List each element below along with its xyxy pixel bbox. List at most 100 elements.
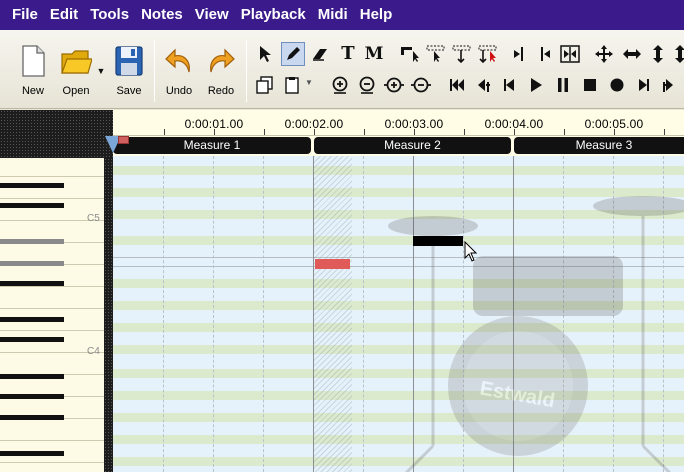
menu-tools[interactable]: Tools [84, 0, 135, 30]
move-all-directions-icon[interactable] [592, 42, 616, 66]
play-icon[interactable] [524, 73, 548, 97]
next-marker-icon[interactable] [658, 73, 682, 97]
white-key-edge [0, 198, 104, 199]
marker-tool-icon[interactable]: M [362, 42, 386, 66]
ruler-tick [564, 129, 565, 135]
black-key[interactable] [0, 337, 64, 342]
playback-region [314, 156, 352, 472]
pencil-tool-icon[interactable] [281, 42, 305, 66]
previous-marker-icon[interactable] [471, 73, 495, 97]
copy-icon[interactable] [253, 73, 277, 97]
select-range-tool-icon[interactable] [424, 42, 448, 66]
grid-beat-line [213, 156, 214, 472]
stop-icon[interactable] [578, 73, 602, 97]
grid-beat-line [263, 156, 264, 472]
mouse-pointer-icon [464, 241, 478, 262]
open-button[interactable]: Open [53, 44, 99, 104]
folder-icon [61, 50, 92, 74]
pause-icon[interactable] [551, 73, 575, 97]
toolbar-separator [246, 40, 247, 102]
move-horizontal-icon[interactable] [620, 42, 644, 66]
menu-help[interactable]: Help [354, 0, 399, 30]
measure-bar: Measure 1 Measure 2 Measure 3 [113, 136, 684, 156]
open-label: Open [62, 85, 90, 97]
undo-button[interactable]: Undo [156, 44, 202, 104]
move-right-edge-icon[interactable] [534, 42, 558, 66]
menu-file[interactable]: File [6, 0, 44, 30]
drum-kit-watermark: Estwald [388, 196, 684, 472]
step-back-icon[interactable] [497, 73, 521, 97]
white-key-edge [0, 462, 104, 463]
grid-beat-line [363, 156, 364, 472]
grid-beat-line [163, 156, 164, 472]
piano-keyboard[interactable]: C5 C4 [0, 158, 104, 472]
ruler-tick [214, 129, 215, 135]
measure-2-label[interactable]: Measure 2 [314, 137, 511, 154]
menu-edit[interactable]: Edit [44, 0, 84, 30]
black-key[interactable] [0, 317, 64, 322]
eraser-tool-icon[interactable] [308, 42, 332, 66]
ruler-tick [314, 129, 315, 135]
paste-dropdown-arrow-icon[interactable]: ▼ [303, 75, 315, 91]
move-more-icon[interactable] [668, 42, 684, 66]
go-to-start-icon[interactable] [445, 73, 469, 97]
zoom-in-icon[interactable] [328, 73, 352, 97]
split-note-tool-icon[interactable] [398, 42, 422, 66]
white-key-edge [0, 286, 104, 287]
time-ruler[interactable]: 0:00:01.00 0:00:02.00 0:00:03.00 0:00:04… [113, 110, 684, 136]
black-key-highlighted[interactable] [0, 261, 64, 266]
black-key[interactable] [0, 394, 64, 399]
new-label: New [21, 85, 44, 97]
select-red-tool-icon[interactable] [476, 42, 500, 66]
redo-button[interactable]: Redo [198, 44, 244, 104]
move-vertical-icon[interactable] [646, 42, 670, 66]
white-key-edge [0, 440, 104, 441]
black-key[interactable] [0, 451, 64, 456]
white-key-edge [0, 308, 104, 309]
record-icon[interactable] [605, 73, 629, 97]
black-key[interactable] [0, 415, 64, 420]
zoom-out-horizontal-icon[interactable] [409, 73, 433, 97]
midi-note-selected[interactable] [413, 236, 463, 246]
loop-start-marker[interactable] [118, 136, 129, 144]
c5-label: C5 [87, 213, 100, 224]
ruler-tick [464, 129, 465, 135]
midi-note-highlighted[interactable] [315, 259, 350, 269]
undo-arrow-icon [165, 48, 190, 73]
undo-label: Undo [165, 85, 193, 97]
zoom-in-horizontal-icon[interactable] [382, 73, 406, 97]
menu-view[interactable]: View [189, 0, 235, 30]
select-arrow-tool-icon[interactable] [253, 42, 277, 66]
keyboard-header [0, 110, 113, 158]
black-key-highlighted[interactable] [0, 239, 64, 244]
menu-midi[interactable]: Midi [312, 0, 354, 30]
ruler-tick [164, 129, 165, 135]
keyboard-divider [104, 158, 113, 472]
step-forward-icon[interactable] [632, 73, 656, 97]
new-button[interactable]: New [10, 44, 56, 104]
toolbar: New Open ▼ Save Undo Redo T M ▼ [0, 30, 684, 109]
black-key[interactable] [0, 374, 64, 379]
white-key-edge [0, 176, 104, 177]
paste-icon[interactable] [281, 73, 305, 97]
app-window: File Edit Tools Notes View Playback Midi… [0, 0, 684, 472]
piano-roll-grid[interactable]: Estwald [113, 156, 684, 472]
select-column-tool-icon[interactable] [450, 42, 474, 66]
black-key[interactable] [0, 281, 64, 286]
ruler-tick [664, 129, 665, 135]
move-left-edge-icon[interactable] [506, 42, 530, 66]
ruler-tick [614, 129, 615, 135]
toolbar-separator [154, 40, 155, 102]
measure-3-label[interactable]: Measure 3 [514, 137, 684, 154]
menu-notes[interactable]: Notes [135, 0, 189, 30]
zoom-out-icon[interactable] [355, 73, 379, 97]
redo-arrow-icon [210, 48, 235, 73]
black-key[interactable] [0, 183, 64, 188]
black-key[interactable] [0, 203, 64, 208]
floppy-disk-icon [115, 46, 143, 76]
shrink-selection-icon[interactable] [558, 42, 582, 66]
menu-playback[interactable]: Playback [235, 0, 312, 30]
text-tool-icon[interactable]: T [336, 42, 360, 66]
save-button[interactable]: Save [106, 44, 152, 104]
measure-1-label[interactable]: Measure 1 [113, 137, 311, 154]
